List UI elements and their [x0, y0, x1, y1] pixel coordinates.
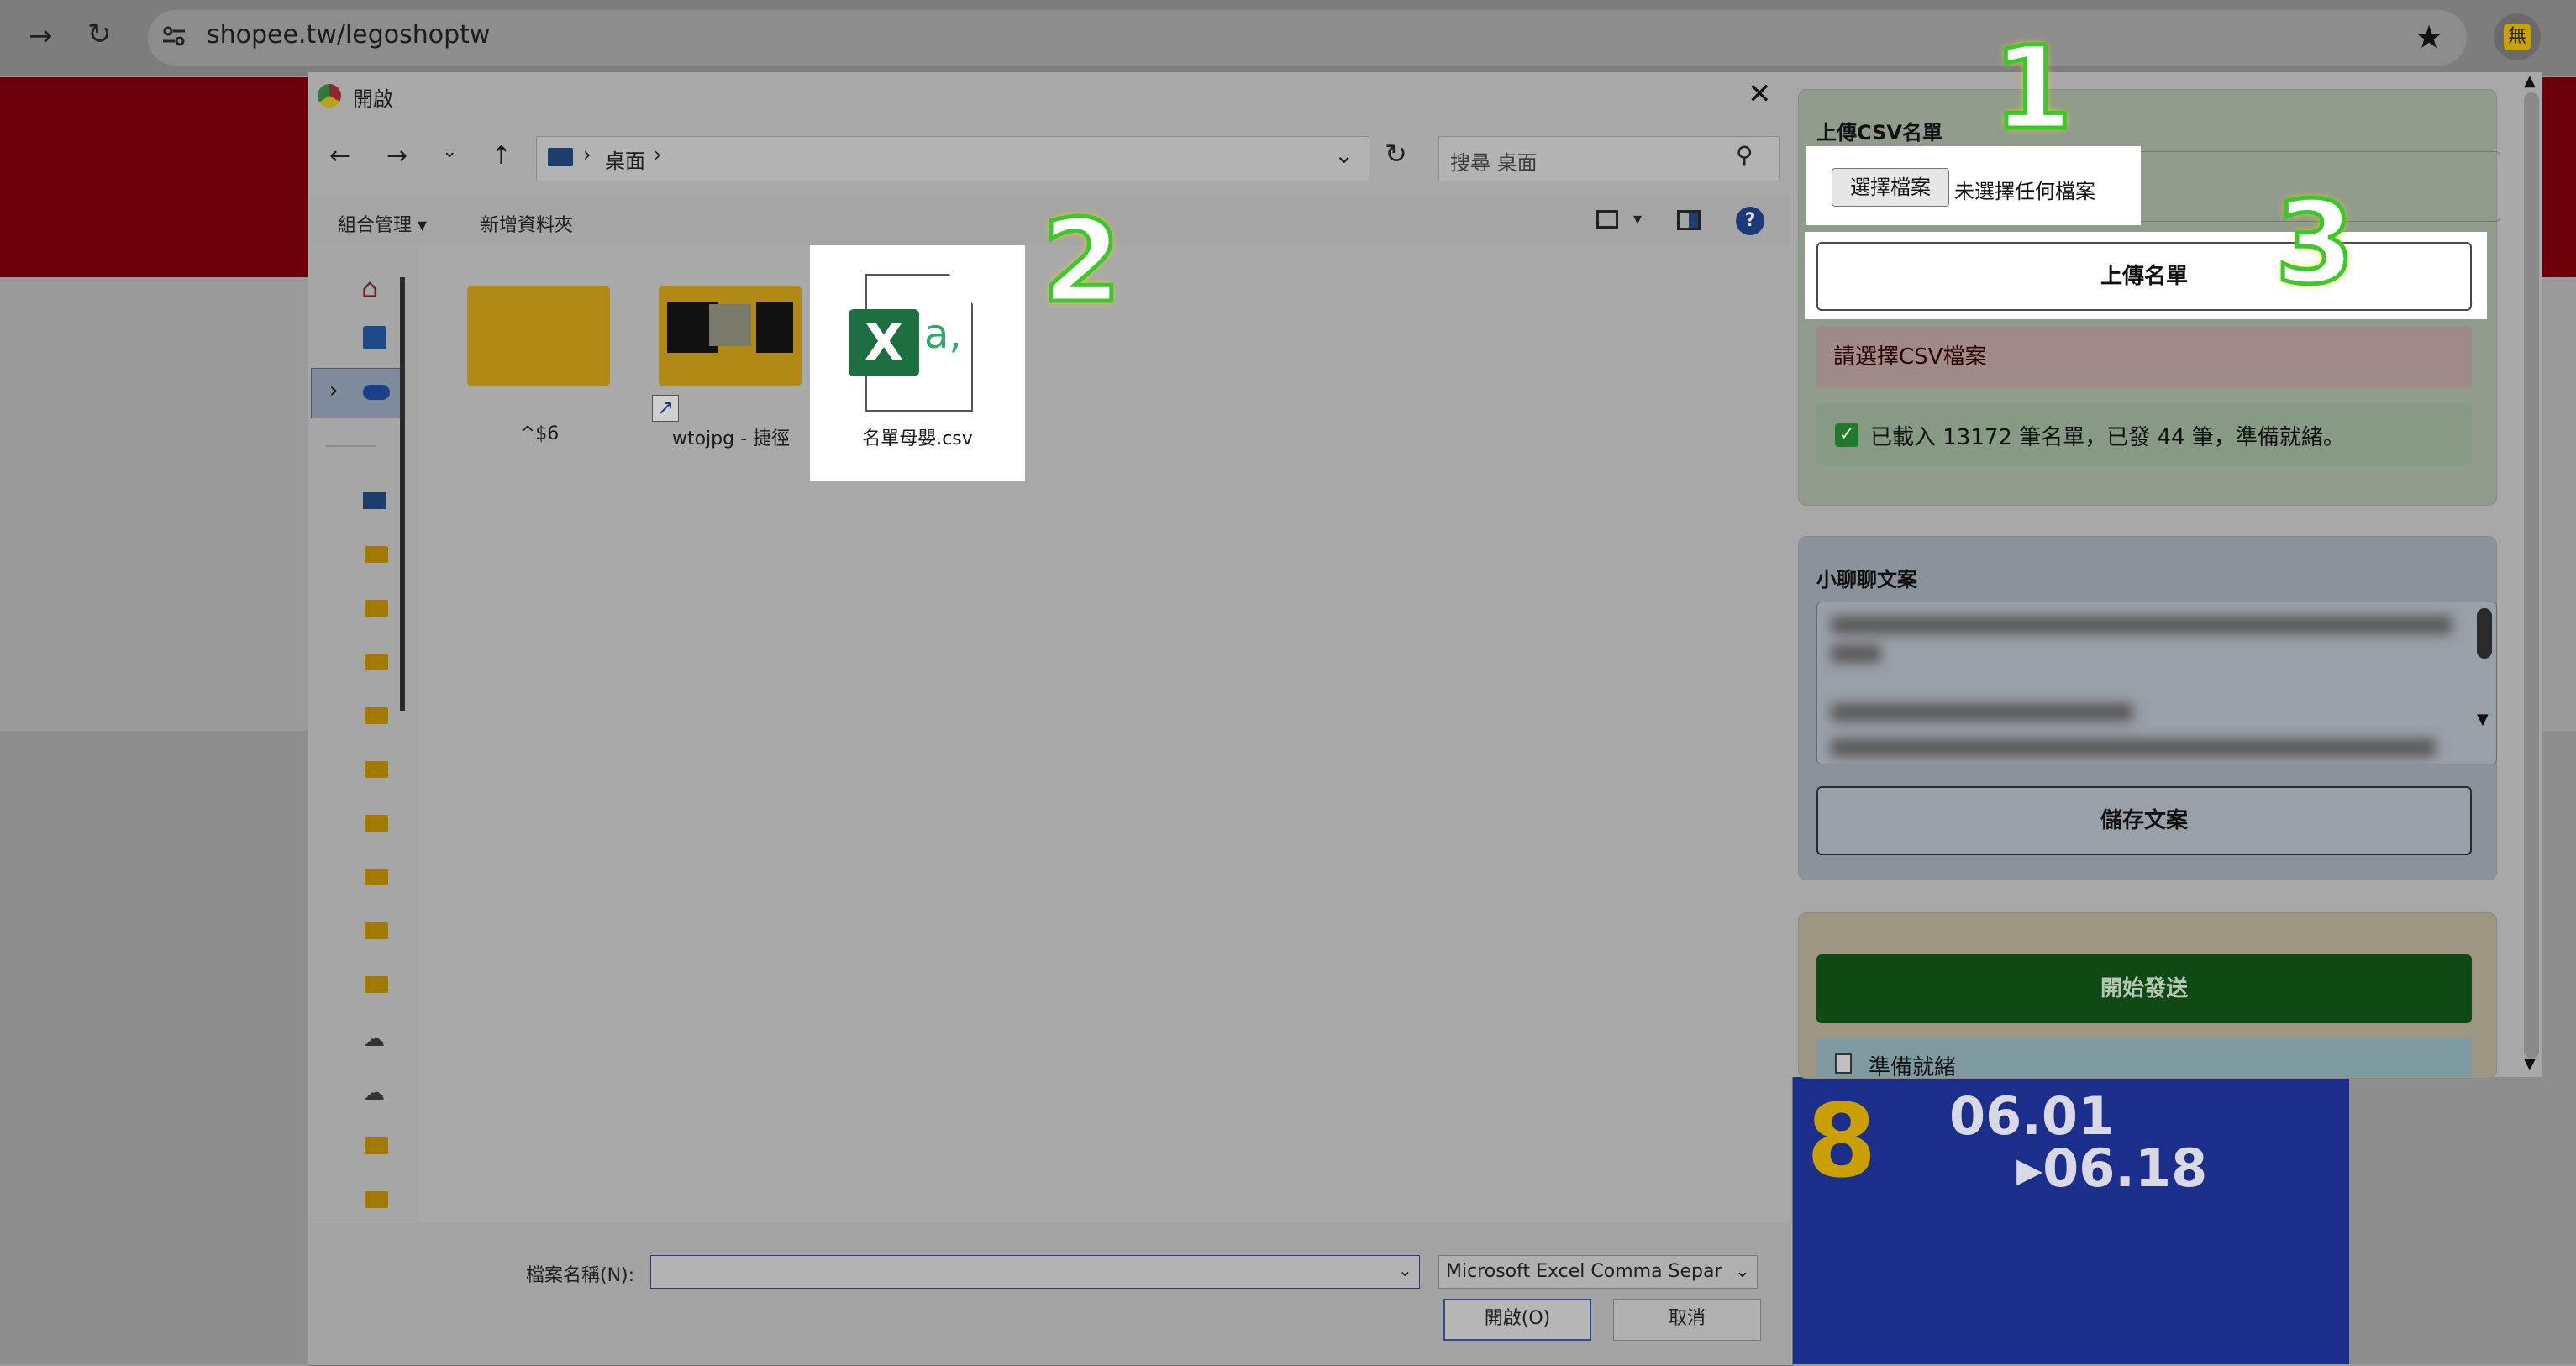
expand-chevron-icon[interactable]: › [329, 378, 338, 403]
home-icon[interactable]: ⌂ [361, 272, 378, 304]
choose-file-button[interactable]: 選擇檔案 [1832, 168, 1949, 207]
banner-logo-art: 8 [1806, 1084, 1877, 1201]
filename-label: 檔案名稱(N): [526, 1265, 635, 1286]
folder-icon[interactable] [365, 654, 388, 670]
chevron-down-icon[interactable]: ⌄ [1334, 141, 1354, 169]
forward-icon[interactable]: → [29, 22, 53, 50]
dialog-footer [309, 1223, 1790, 1364]
nav-divider [326, 445, 376, 447]
back-icon[interactable]: ← [329, 141, 350, 171]
filetype-select[interactable]: Microsoft Excel Comma Separ ⌄ [1438, 1255, 1758, 1289]
filename-input[interactable] [650, 1255, 1420, 1289]
url-text[interactable]: shopee.tw/legoshoptw [207, 20, 490, 50]
folder-icon[interactable] [365, 815, 388, 832]
folder-icon[interactable] [365, 869, 388, 885]
chevron-down-icon[interactable]: ▾ [1633, 208, 1642, 229]
clipboard-icon [1835, 1053, 1852, 1074]
nav-scrollbar[interactable] [400, 277, 405, 711]
folder-icon[interactable] [365, 1137, 388, 1154]
cloud-folder-icon[interactable]: ☁ [363, 1027, 385, 1052]
error-message: 請選擇CSV檔案 [1816, 326, 2472, 388]
file-item-label[interactable]: ^$6 [447, 423, 632, 444]
onedrive-cloud-icon [363, 385, 390, 400]
reload-icon[interactable]: ↻ [87, 20, 112, 49]
gallery-icon[interactable] [363, 326, 386, 349]
folder-icon[interactable] [365, 707, 388, 724]
refresh-icon[interactable]: ↻ [1385, 138, 1407, 170]
status-message: 已載入 13172 筆名單，已發 44 筆，準備就緒。 [1870, 425, 2345, 450]
folder-icon[interactable] [365, 546, 388, 563]
bookmark-star-icon[interactable]: ★ [2415, 18, 2443, 55]
upload-list-button[interactable]: 上傳名單 [1816, 242, 2472, 311]
folder-icon[interactable] [365, 1191, 388, 1208]
recent-locations-chevron-icon[interactable]: ⌄ [442, 141, 457, 162]
up-folder-icon[interactable]: ↑ [491, 141, 512, 171]
file-status-text: 未選擇任何檔案 [1954, 180, 2095, 203]
view-mode-icon[interactable] [1596, 210, 1618, 229]
check-icon: ✓ [1835, 423, 1858, 447]
folder-icon[interactable] [365, 600, 388, 617]
folder-icon[interactable] [467, 286, 610, 386]
folder-icon[interactable] [365, 922, 388, 939]
chevron-down-icon[interactable]: ⌄ [1398, 1260, 1412, 1280]
excel-icon: X [849, 309, 919, 376]
chrome-icon [318, 84, 341, 108]
search-icon[interactable]: ⚲ [1736, 141, 1753, 169]
folder-icon[interactable] [365, 761, 388, 778]
scroll-down-icon[interactable]: ▼ [2524, 1055, 2536, 1073]
cancel-button[interactable]: 取消 [1613, 1299, 1761, 1341]
start-send-button[interactable]: 開始發送 [1816, 954, 2472, 1023]
dialog-title-bar[interactable] [308, 72, 1791, 121]
extension-icon[interactable]: 無 [2504, 24, 2531, 50]
callout-number-1: 1 [1991, 23, 2075, 155]
file-item-label[interactable]: 名單母嬰.csv [810, 423, 1025, 450]
breadcrumb-item-desktop[interactable]: 桌面 [605, 144, 645, 174]
banner-date-end: ▸06.18 [2016, 1137, 2208, 1199]
callout-number-3: 3 [2274, 177, 2358, 310]
site-info-icon[interactable] [161, 25, 187, 47]
csv-glyph-icon: a, [924, 311, 962, 358]
save-message-button[interactable]: 儲存文案 [1816, 786, 2472, 855]
search-placeholder: 搜尋 桌面 [1450, 151, 1538, 175]
upload-section-title: 上傳CSV名單 [1816, 121, 1943, 144]
popup-scrollbar-thumb[interactable] [2524, 92, 2539, 1059]
file-list-area[interactable] [420, 247, 1791, 1222]
desktop-icon[interactable] [363, 492, 386, 509]
breadcrumb-chevron-icon[interactable]: › [583, 143, 591, 166]
scroll-up-icon[interactable]: ▲ [2524, 72, 2536, 90]
ready-status: 準備就緒 [1869, 1055, 1957, 1080]
open-button[interactable]: 開啟(O) [1443, 1299, 1591, 1341]
organize-menu[interactable]: 組合管理 ▾ [338, 210, 427, 237]
nav-item-onedrive[interactable] [311, 368, 405, 418]
chevron-down-icon[interactable]: ⌄ [1735, 1261, 1750, 1282]
folder-icon[interactable] [365, 976, 388, 993]
chat-section-title: 小聊聊文案 [1816, 568, 1917, 591]
shortcut-arrow-icon: ↗ [652, 395, 679, 422]
close-icon[interactable]: ✕ [1748, 77, 1772, 111]
new-folder-button[interactable]: 新增資料夾 [481, 210, 573, 237]
preview-pane-icon[interactable] [1677, 210, 1701, 230]
filetype-value: Microsoft Excel Comma Separ [1446, 1261, 1722, 1282]
cloud-folder-icon[interactable]: ☁ [363, 1080, 385, 1106]
scroll-down-icon[interactable]: ▼ [2477, 711, 2489, 728]
desktop-icon [548, 148, 573, 166]
chat-message-textarea[interactable] [1816, 602, 2497, 764]
help-icon[interactable]: ? [1736, 207, 1764, 235]
address-bar[interactable] [148, 10, 2467, 66]
textarea-scrollbar[interactable] [2477, 608, 2492, 659]
file-item-label[interactable]: wtojpg - 捷徑 [639, 423, 823, 450]
dialog-title: 開啟 [353, 87, 393, 111]
breadcrumb-chevron-icon[interactable]: › [654, 143, 662, 166]
forward-icon[interactable]: → [386, 141, 407, 171]
callout-number-2: 2 [1040, 196, 1124, 328]
shortcut-folder-icon[interactable] [659, 286, 802, 386]
